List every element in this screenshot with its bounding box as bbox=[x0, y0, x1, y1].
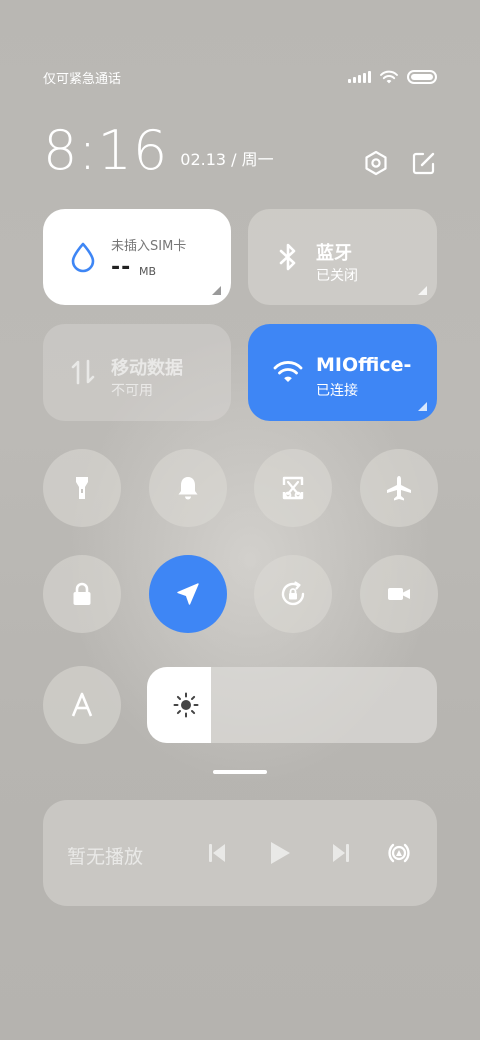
expand-corner-icon bbox=[418, 402, 427, 411]
mobile-data-title: 移动数据 bbox=[111, 358, 183, 379]
font-toggle[interactable] bbox=[43, 666, 121, 744]
carrier-text: 仅可紧急通话 bbox=[43, 71, 122, 87]
screenshot-toggle[interactable] bbox=[254, 449, 332, 527]
mobile-data-tile[interactable]: 移动数据 不可用 bbox=[43, 324, 231, 421]
next-icon[interactable] bbox=[327, 839, 355, 867]
battery-icon bbox=[407, 70, 437, 84]
lock-screen-toggle[interactable] bbox=[43, 555, 121, 633]
ringer-toggle[interactable] bbox=[149, 449, 227, 527]
media-card: 暂无播放 bbox=[43, 800, 437, 906]
settings-icon[interactable] bbox=[363, 150, 389, 176]
bluetooth-title: 蓝牙 bbox=[316, 243, 352, 264]
wifi-status: 已连接 bbox=[316, 383, 358, 399]
wifi-icon bbox=[380, 70, 398, 84]
sun-icon bbox=[173, 692, 199, 718]
bluetooth-icon bbox=[279, 243, 296, 271]
mobile-data-icon bbox=[71, 359, 95, 385]
data-usage-unit: MB bbox=[139, 265, 157, 278]
bell-icon bbox=[178, 477, 198, 500]
expand-corner-icon bbox=[212, 286, 221, 295]
rotation-lock-toggle[interactable] bbox=[254, 555, 332, 633]
airplane-icon bbox=[387, 476, 411, 501]
font-a-icon bbox=[71, 692, 93, 717]
flashlight-icon bbox=[76, 477, 88, 499]
lock-icon bbox=[73, 582, 91, 605]
status-bar: 仅可紧急通话 bbox=[43, 66, 437, 88]
bluetooth-tile[interactable]: 蓝牙 已关闭 bbox=[248, 209, 437, 305]
data-usage-value: -- bbox=[111, 255, 132, 280]
previous-icon[interactable] bbox=[203, 839, 231, 867]
screen-recorder-toggle[interactable] bbox=[360, 555, 438, 633]
expand-corner-icon bbox=[418, 286, 427, 295]
wifi-tile[interactable]: MIOffice- 已连接 bbox=[248, 324, 437, 421]
video-camera-icon bbox=[388, 588, 410, 600]
bluetooth-status: 已关闭 bbox=[316, 268, 358, 284]
rotation-lock-icon bbox=[281, 581, 305, 606]
signal-icon bbox=[348, 71, 371, 83]
clock-row: 8:16 02.13 / 周一 bbox=[43, 120, 437, 182]
brightness-slider[interactable] bbox=[147, 667, 437, 743]
status-icons bbox=[348, 69, 437, 85]
cast-icon[interactable] bbox=[385, 839, 413, 867]
location-icon bbox=[177, 583, 199, 605]
wifi-icon bbox=[273, 361, 303, 382]
media-status-label: 暂无播放 bbox=[67, 846, 144, 868]
airplane-mode-toggle[interactable] bbox=[360, 449, 438, 527]
screenshot-icon bbox=[282, 476, 304, 500]
clock-time: 8:16 bbox=[43, 119, 169, 182]
edit-icon[interactable] bbox=[411, 150, 437, 176]
flashlight-toggle[interactable] bbox=[43, 449, 121, 527]
water-drop-icon bbox=[71, 242, 95, 273]
sim-status-label: 未插入SIM卡 bbox=[111, 239, 187, 254]
play-icon[interactable] bbox=[265, 839, 293, 867]
drag-handle[interactable] bbox=[213, 770, 267, 774]
location-toggle[interactable] bbox=[149, 555, 227, 633]
mobile-data-status: 不可用 bbox=[111, 383, 153, 399]
wifi-network-name: MIOffice- bbox=[316, 354, 412, 376]
data-usage-tile[interactable]: 未插入SIM卡 -- MB bbox=[43, 209, 231, 305]
clock-date: 02.13 / 周一 bbox=[180, 150, 274, 169]
